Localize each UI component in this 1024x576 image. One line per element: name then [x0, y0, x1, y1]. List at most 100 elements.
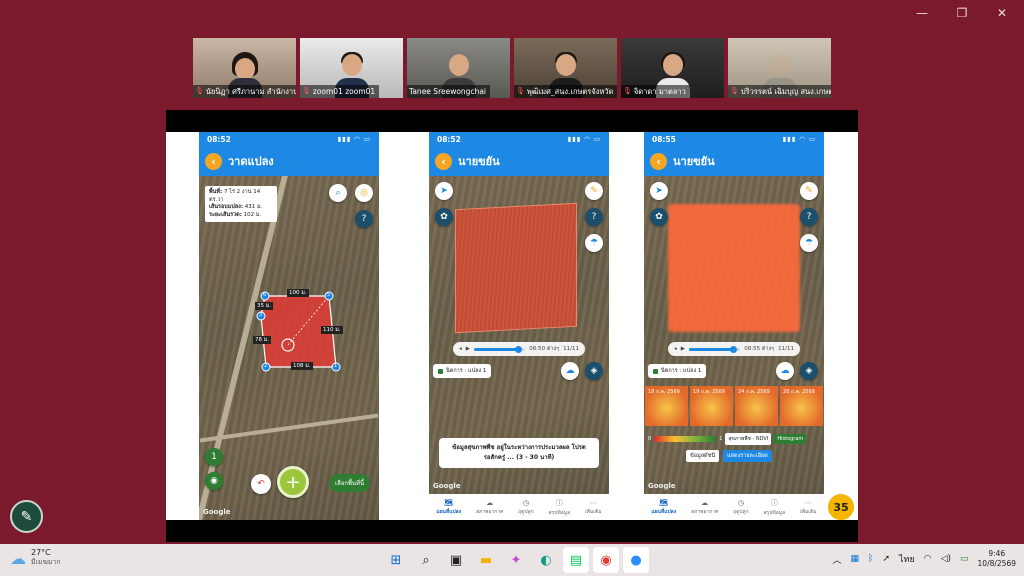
cloud-icon[interactable]: ☁ [561, 362, 579, 380]
layers-icon[interactable]: ◈ [800, 362, 818, 380]
layers-icon[interactable]: ◈ [585, 362, 603, 380]
navigate-icon[interactable]: ➤ [435, 182, 453, 200]
play-icon[interactable]: ▶ [681, 346, 685, 352]
tab-weather[interactable]: ☁ สภาพอากาศ [476, 499, 503, 516]
ndvi-thumbnail[interactable]: 24 ก.ค. 2569 [735, 386, 778, 426]
satellite-map[interactable]: ➤ ✎ ✿ ? ☂ ◂ ▶ 08:55 ต่างๆ 11/11 นิตการ :… [644, 176, 824, 494]
plot-selector-chip[interactable]: นิตการ : แปลง 1 [648, 364, 707, 378]
file-explorer-icon[interactable]: ▬ [473, 547, 499, 573]
volume-icon[interactable]: ◁) [941, 554, 951, 564]
eye-icon[interactable]: ◉ [205, 472, 223, 490]
status-time: 08:55 [652, 134, 676, 144]
tab-plot-map[interactable]: 🗺 แผนที่แปลง [436, 499, 461, 516]
chrome-icon[interactable]: ◉ [593, 547, 619, 573]
battery-icon[interactable]: ▭ [960, 554, 969, 564]
index-info-button[interactable]: ข้อมูลดัชนี [686, 450, 720, 462]
participant-name: Tanee Sreewongchai [409, 87, 487, 96]
bluetooth-icon[interactable]: ᛒ [868, 554, 873, 564]
ndvi-overlay[interactable] [668, 204, 800, 332]
wifi-icon[interactable]: ◠ [924, 554, 932, 564]
timeline-slider[interactable] [474, 345, 526, 353]
taskbar-apps: ⊞ ⌕ ▣ ▬ ✦ ◐ ▤ ◉ ● [383, 547, 649, 573]
undo-icon[interactable]: ↶ [251, 474, 271, 494]
language-indicator[interactable]: ไทย [899, 552, 915, 566]
google-logo: Google [433, 482, 461, 490]
add-point-button[interactable]: + [277, 466, 309, 498]
tab-season[interactable]: ◷ ฤดูปลูก [733, 499, 749, 516]
tab-season[interactable]: ◷ ฤดูปลูก [518, 499, 534, 516]
satellite-map[interactable]: พื้นที่: 7 ไร่ 2 งาน 14 ตร.วา เส้นรอบแปล… [199, 176, 379, 520]
phone-draw-plot: 08:52 ▮▮▮ ◠ ▭ ‹ วาดแปลง พื้นที่: 7 ไร่ 2… [199, 132, 379, 520]
plot-area[interactable] [455, 202, 577, 334]
participant-tile[interactable]: 🎙 จิดาดา มาตลาว [621, 38, 724, 98]
ndvi-thumbnail[interactable]: 28 ก.ค. 2569 [780, 386, 823, 426]
line-app-icon[interactable]: ▤ [563, 547, 589, 573]
back-button[interactable]: ‹ [435, 152, 452, 170]
tab-plot-map[interactable]: 🗺 แผนที่แปลง [651, 499, 676, 516]
edit-plot-icon[interactable]: ✎ [585, 182, 603, 200]
tab-summary[interactable]: ⓘ สรุปข้อมูล [548, 498, 570, 517]
participant-name: จิดาดา มาตลาว [633, 87, 686, 96]
timeline-player[interactable]: ◂ ▶ 08:55 ต่างๆ 11/11 [668, 342, 800, 356]
show-details-button[interactable]: แสดงรายละเอียด [723, 450, 772, 462]
participant-tile[interactable]: 🎙 พุฒิเมศ_สนง.เกษตรจังหวัด [514, 38, 617, 98]
app-tray-icon[interactable]: ▦ [851, 554, 860, 564]
cloud-icon[interactable]: ☁ [776, 362, 794, 380]
camera-icon[interactable]: ✿ [435, 208, 453, 226]
task-view-icon[interactable]: ▣ [443, 547, 469, 573]
participant-tile[interactable]: 🎙 zoom01 zoom01 [300, 38, 403, 98]
vertex-label: 2 [264, 363, 268, 369]
number-one-icon[interactable]: 1 [205, 448, 223, 466]
tab-summary[interactable]: ⓘ สรุปข้อมูล [763, 498, 785, 517]
weather-widget[interactable]: ☁ 27°C มีเมฆมาก [10, 548, 61, 568]
plot-selector-chip[interactable]: นิตการ : แปลง 1 [433, 364, 492, 378]
participant-tile[interactable]: 🎙นัยนิฏา ศรีภานาม สำนักงานเกษตร [193, 38, 296, 98]
restore-icon[interactable]: ❐ [954, 6, 970, 20]
help-icon[interactable]: ? [800, 208, 818, 226]
tab-more[interactable]: ⋯ เพิ่มเติม [585, 499, 602, 516]
participant-tile[interactable]: 🎙 ปริวรรตน์ เฉิมบุญ สนง.เกษตร [728, 38, 831, 98]
minimize-icon[interactable]: — [914, 6, 930, 20]
satellite-map[interactable]: ➤ ✎ ✿ ? ☂ ◂ ▶ 08:50 ต่างๆ 11/11 นิตการ :… [429, 176, 609, 494]
timeline-slider[interactable] [689, 345, 741, 353]
copilot-icon[interactable]: ✦ [503, 547, 529, 573]
clock[interactable]: 9:46 10/8/2569 [978, 549, 1016, 569]
tab-weather[interactable]: ☁ สภาพอากาศ [691, 499, 718, 516]
weather-icon[interactable]: ☂ [585, 234, 603, 252]
navigate-icon[interactable]: ➤ [650, 182, 668, 200]
index-selector-button[interactable]: สุขภาพพืช - NDVI [725, 433, 772, 445]
close-icon[interactable]: ✕ [994, 6, 1010, 20]
annotate-pen-button[interactable]: ✎ [10, 500, 43, 533]
histogram-button[interactable]: Histogram [774, 434, 807, 444]
season-icon: ◷ [737, 498, 744, 507]
search-icon[interactable]: ⌕ [413, 547, 439, 573]
edit-plot-icon[interactable]: ✎ [800, 182, 818, 200]
participant-gallery: 🎙นัยนิฏา ศรีภานาม สำนักงานเกษตร 🎙zoom01 … [193, 38, 831, 98]
edge-browser-icon[interactable]: ◐ [533, 547, 559, 573]
play-icon[interactable]: ▶ [466, 346, 470, 352]
location-icon[interactable]: ➚ [882, 554, 890, 564]
map-icon: 🗺 [444, 498, 454, 507]
windows-start-icon[interactable]: ⊞ [383, 547, 409, 573]
ndvi-thumbnail[interactable]: 18 ก.ค. 2569 [645, 386, 688, 426]
tab-more[interactable]: ⋯ เพิ่มเติม [800, 499, 817, 516]
participant-tile-active-speaker[interactable]: Tanee Sreewongchai [407, 38, 510, 98]
camera-icon[interactable]: ✿ [650, 208, 668, 226]
chevron-up-icon[interactable]: ︿ [833, 553, 842, 566]
ndvi-thumbnail[interactable]: 19 ก.ค. 2569 [690, 386, 733, 426]
confirm-plot-button[interactable]: เลือกพื้นที่นี้ [329, 474, 371, 492]
zoom-app-icon[interactable]: ● [623, 547, 649, 573]
prev-icon[interactable]: ◂ [674, 346, 677, 352]
back-button[interactable]: ‹ [205, 152, 222, 170]
participant-name: พุฒิเมศ_สนง.เกษตรจังหวัด [526, 87, 614, 96]
cloud-icon: ☁ [701, 498, 709, 507]
help-icon[interactable]: ? [585, 208, 603, 226]
prev-icon[interactable]: ◂ [459, 346, 462, 352]
participant-name: zoom01 zoom01 [312, 87, 376, 96]
timeline-player[interactable]: ◂ ▶ 08:50 ต่างๆ 11/11 [453, 342, 585, 356]
edge-length-label: 78 ม. [253, 336, 272, 344]
vertex-label: 6 [263, 292, 267, 298]
counter-badge[interactable]: 35 [826, 492, 856, 522]
weather-icon[interactable]: ☂ [800, 234, 818, 252]
back-button[interactable]: ‹ [650, 152, 667, 170]
